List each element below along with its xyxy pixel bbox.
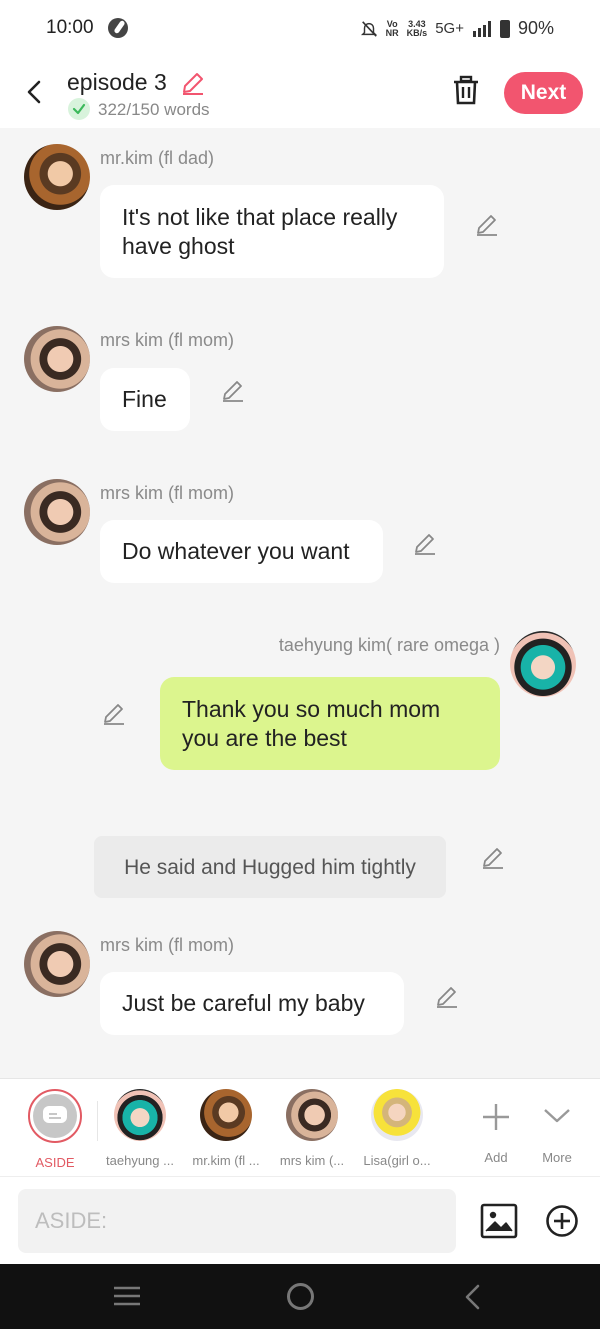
menu-icon[interactable] xyxy=(112,1284,142,1308)
avatar-mom[interactable] xyxy=(24,931,90,997)
avatar-dad xyxy=(200,1089,252,1141)
message-bubble[interactable]: Fine xyxy=(100,368,190,431)
more-characters-button[interactable]: More xyxy=(517,1089,597,1165)
avatar-mom[interactable] xyxy=(24,326,90,392)
divider xyxy=(97,1101,98,1141)
avatar-dad[interactable] xyxy=(24,144,90,210)
message-bubble[interactable]: Do whatever you want xyxy=(100,520,383,583)
message-text: Do whatever you want xyxy=(122,538,350,564)
message-text: Thank you so much mom you are the best xyxy=(182,695,441,751)
system-nav-bar xyxy=(0,1264,600,1329)
status-time: 10:00 xyxy=(46,17,94,38)
plus-icon xyxy=(483,1104,509,1130)
add-circle-icon[interactable] xyxy=(545,1204,579,1238)
message-sender: mr.kim (fl dad) xyxy=(100,148,215,168)
character-aside[interactable]: ASIDE xyxy=(15,1089,95,1170)
aside-avatar xyxy=(28,1089,82,1143)
edit-message-pencil-icon[interactable] xyxy=(220,378,246,404)
do-not-disturb-icon xyxy=(108,18,128,38)
character-selector: ASIDE taehyung ... mr.kim (fl ... mrs ki… xyxy=(0,1078,600,1176)
volte-indicator: Vo NR xyxy=(385,19,399,38)
avatar-lisa xyxy=(371,1089,423,1141)
chevron-down-icon xyxy=(544,1109,570,1123)
word-count: 322/150 words xyxy=(98,100,210,119)
character-lisa[interactable]: Lisa(girl o... xyxy=(357,1089,437,1168)
message-sender: mrs kim (fl mom) xyxy=(100,935,234,955)
message-bubble[interactable]: It's not like that place really have gho… xyxy=(100,185,444,278)
aside-bubble-icon xyxy=(43,1106,67,1123)
message-sender: taehyung kim( rare omega ) xyxy=(278,635,500,655)
edit-message-pencil-icon[interactable] xyxy=(412,531,438,557)
character-label: ASIDE xyxy=(35,1155,75,1170)
trash-icon[interactable] xyxy=(452,74,480,106)
battery-percent: 90% xyxy=(517,18,554,38)
edit-message-pencil-icon[interactable] xyxy=(474,212,500,238)
chat-area[interactable]: mr.kim (fl dad) It's not like that place… xyxy=(0,128,600,1078)
edit-message-pencil-icon[interactable] xyxy=(434,984,460,1010)
edit-message-pencil-icon[interactable] xyxy=(101,701,127,727)
volte-bottom: NR xyxy=(385,27,399,38)
signal-icon xyxy=(472,20,491,37)
header: episode 3 322/150 words Next xyxy=(0,58,600,128)
message-text: Just be careful my baby xyxy=(122,990,365,1016)
status-bar: 10:00 Vo NR 3.43 KB/s 5G+ 90% xyxy=(0,0,600,58)
back-arrow-icon[interactable] xyxy=(20,76,48,108)
network-speed: 3.43 KB/s xyxy=(406,19,428,38)
character-label: Lisa(girl o... xyxy=(363,1153,431,1168)
avatar-mom[interactable] xyxy=(24,479,90,545)
back-icon[interactable] xyxy=(460,1283,486,1311)
edit-title-pencil-icon[interactable] xyxy=(180,70,206,96)
avatar-taehyung xyxy=(114,1089,166,1141)
message-bubble-self[interactable]: Thank you so much mom you are the best xyxy=(160,677,500,770)
character-label: taehyung ... xyxy=(106,1153,174,1168)
check-icon xyxy=(68,98,90,120)
image-icon[interactable] xyxy=(480,1203,518,1239)
muted-bell-icon xyxy=(360,20,377,37)
network-type: 5G+ xyxy=(435,20,464,37)
character-label: mr.kim (fl ... xyxy=(192,1153,260,1168)
aside-text: He said and Hugged him tightly xyxy=(124,855,416,879)
message-text: It's not like that place really have gho… xyxy=(122,203,398,259)
message-bubble[interactable]: Just be careful my baby xyxy=(100,972,404,1035)
more-label: More xyxy=(542,1150,572,1165)
character-taehyung[interactable]: taehyung ... xyxy=(100,1089,180,1168)
edit-message-pencil-icon[interactable] xyxy=(480,845,506,871)
character-mrs-kim[interactable]: mrs kim (... xyxy=(272,1089,352,1168)
message-input[interactable] xyxy=(18,1189,456,1253)
home-icon[interactable] xyxy=(287,1283,314,1310)
character-mr-kim[interactable]: mr.kim (fl ... xyxy=(186,1089,266,1168)
speed-unit: KB/s xyxy=(406,27,428,38)
message-sender: mrs kim (fl mom) xyxy=(100,483,234,503)
message-sender: mrs kim (fl mom) xyxy=(100,330,234,350)
character-label: mrs kim (... xyxy=(279,1153,345,1168)
status-icons: Vo NR 3.43 KB/s 5G+ 90% xyxy=(360,18,554,39)
message-text: Fine xyxy=(122,386,167,412)
avatar-mom xyxy=(286,1089,338,1141)
aside-bubble[interactable]: He said and Hugged him tightly xyxy=(94,836,446,898)
avatar-taehyung[interactable] xyxy=(510,631,576,697)
next-button[interactable]: Next xyxy=(504,72,583,114)
battery-icon xyxy=(499,19,510,38)
episode-title[interactable]: episode 3 xyxy=(67,69,167,96)
composer xyxy=(0,1176,600,1264)
